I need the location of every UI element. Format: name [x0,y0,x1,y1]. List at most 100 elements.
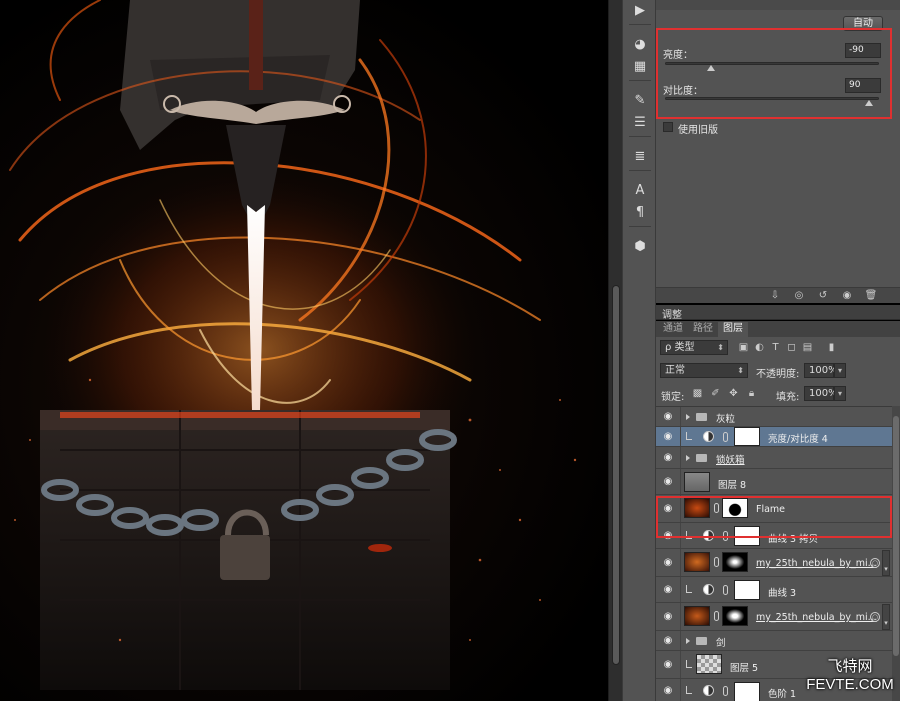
layer-row-adjustment-selected[interactable]: ◉ 亮度/对比度 4 [656,427,892,447]
fill-input[interactable]: 100% [804,386,838,401]
tab-channels[interactable]: 通道 [658,322,688,337]
opacity-input[interactable]: 100% [804,363,838,378]
smart-filter-icon[interactable]: ○ [870,558,880,568]
visibility-eye-icon[interactable]: ◉ [661,477,675,487]
visibility-eye-icon[interactable]: ◉ [661,636,675,646]
layer-row-group[interactable]: ◉ 锁妖箱 [656,447,892,469]
expand-effects-icon[interactable]: ▾ [882,604,890,630]
lock-pixels-icon[interactable]: ✐ [710,388,721,399]
layer-mask-thumbnail[interactable] [722,606,748,626]
cube-icon[interactable]: ⬢ [628,236,652,256]
visibility-eye-icon[interactable]: ◉ [661,453,675,463]
layer-name[interactable]: 锁妖箱 [716,452,745,466]
expand-arrow-icon[interactable] [686,455,690,461]
chain-link-icon[interactable] [714,557,719,567]
layer-row-group[interactable]: ◉ 灰粒 [656,407,892,427]
layer-name[interactable]: my_25th_nebula_by_mi... [756,558,877,569]
chevron-down-icon: ⬍ [717,343,724,352]
layer-mask-thumbnail[interactable] [734,682,760,701]
layer-name[interactable]: 图层 5 [730,660,758,674]
lock-all-icon[interactable]: 🔒︎ [746,388,757,399]
pixel-filter-icon[interactable]: ▣ [738,342,749,353]
folder-icon [696,454,707,462]
layer-mask-thumbnail[interactable] [734,580,760,600]
layer-thumbnail[interactable] [684,552,710,572]
layer-name[interactable]: 剑 [716,635,726,649]
layer-row-adjustment[interactable]: ◉ 曲线 3 [656,577,892,603]
smart-object-filter-icon[interactable]: ▤ [802,342,813,353]
layer-thumbnail[interactable] [684,606,710,626]
divider [680,447,681,468]
highlight-box [656,28,892,119]
grid-icon[interactable]: ▦ [628,56,652,76]
chain-link-icon[interactable] [714,611,719,621]
layer-name[interactable]: 色阶 1 [768,686,796,700]
chain-link-icon[interactable] [723,432,728,442]
layer-row-pixel-mask[interactable]: ◉ my_25th_nebula_by_mi... ○ ▾ [656,549,892,577]
layer-thumbnail[interactable] [684,472,710,492]
visibility-eye-icon[interactable]: ◉ [661,558,675,568]
layer-name[interactable]: my_25th_nebula_by_mi... [756,612,877,623]
layer-row-pixel[interactable]: ◉ 图层 8 [656,469,892,495]
layer-row-pixel-mask[interactable]: ◉ my_25th_nebula_by_mi... ○ ▾ [656,603,892,631]
opacity-dropdown[interactable]: ▾ [834,363,846,378]
chain-link-icon[interactable] [723,585,728,595]
sliders-icon[interactable]: ☰ [628,112,652,132]
layer-row-group[interactable]: ◉ 剑 [656,631,892,651]
expand-arrow-icon[interactable] [686,414,690,420]
layer-thumbnail[interactable] [696,654,722,674]
list-icon[interactable]: ≣ [628,146,652,166]
layer-mask-thumbnail[interactable] [734,427,760,446]
view-previous-icon[interactable]: ◎ [792,290,806,302]
visibility-eye-icon[interactable]: ◉ [661,612,675,622]
use-legacy-label: 使用旧版 [678,125,718,136]
blend-mode-select[interactable]: 正常 ⬍ [660,363,748,378]
filter-toggle-icon[interactable]: ▮ [826,342,837,353]
type-filter-icon[interactable]: T [770,342,781,353]
layer-name[interactable]: 曲线 3 [768,585,796,599]
play-icon[interactable]: ▶ [628,0,652,20]
visibility-eye-icon[interactable]: ◉ [661,660,675,670]
scrollbar-thumb[interactable] [893,416,899,656]
fill-dropdown[interactable]: ▾ [834,386,846,401]
paragraph-icon[interactable]: ¶ [628,202,652,222]
lock-position-icon[interactable]: ✥ [728,388,739,399]
document-canvas[interactable] [0,0,608,701]
divider [680,427,681,446]
scrollbar-thumb[interactable] [612,285,620,665]
lock-transparency-icon[interactable]: ▩ [692,388,703,399]
adjustment-filter-icon[interactable]: ◐ [754,342,765,353]
shape-filter-icon[interactable]: ◻ [786,342,797,353]
reset-icon[interactable]: ↺ [816,290,830,302]
tab-layers[interactable]: 图层 [718,322,748,337]
visibility-eye-icon[interactable]: ◉ [661,585,675,595]
divider [629,226,651,227]
expand-arrow-icon[interactable] [686,638,690,644]
adjustments-bar[interactable]: 调整 [656,305,900,321]
type-icon[interactable]: A [628,180,652,200]
layer-name[interactable]: 灰粒 [716,411,735,425]
clipping-arrow-icon [686,686,692,694]
visibility-icon[interactable]: ◉ [840,290,854,302]
palette-icon[interactable]: ◕ [628,34,652,54]
layer-name[interactable]: 亮度/对比度 4 [768,431,828,445]
visibility-eye-icon[interactable]: ◉ [661,686,675,696]
clip-to-layer-icon[interactable]: ⇩ [768,290,782,302]
canvas-vertical-scrollbar[interactable] [608,0,622,701]
filter-kind-select[interactable]: ρ 类型 ⬍ [660,340,728,355]
visibility-eye-icon[interactable]: ◉ [661,412,675,422]
watermark: 飞特网 FEVTE.COM [800,655,900,693]
clipping-arrow-icon [686,585,692,593]
layer-mask-thumbnail[interactable] [722,552,748,572]
artwork-illustration [9,0,577,690]
visibility-eye-icon[interactable]: ◉ [661,432,675,442]
use-legacy-checkbox[interactable] [663,122,673,132]
layer-name[interactable]: 图层 8 [718,477,746,491]
expand-effects-icon[interactable]: ▾ [882,550,890,576]
smart-filter-icon[interactable]: ○ [870,612,880,622]
trash-icon[interactable]: 🗑 [864,290,878,302]
chain-link-icon[interactable] [723,686,728,696]
tab-paths[interactable]: 路径 [688,322,718,337]
chevron-down-icon: ▾ [837,366,842,375]
brush-tool-icon[interactable]: ✎ [628,90,652,110]
